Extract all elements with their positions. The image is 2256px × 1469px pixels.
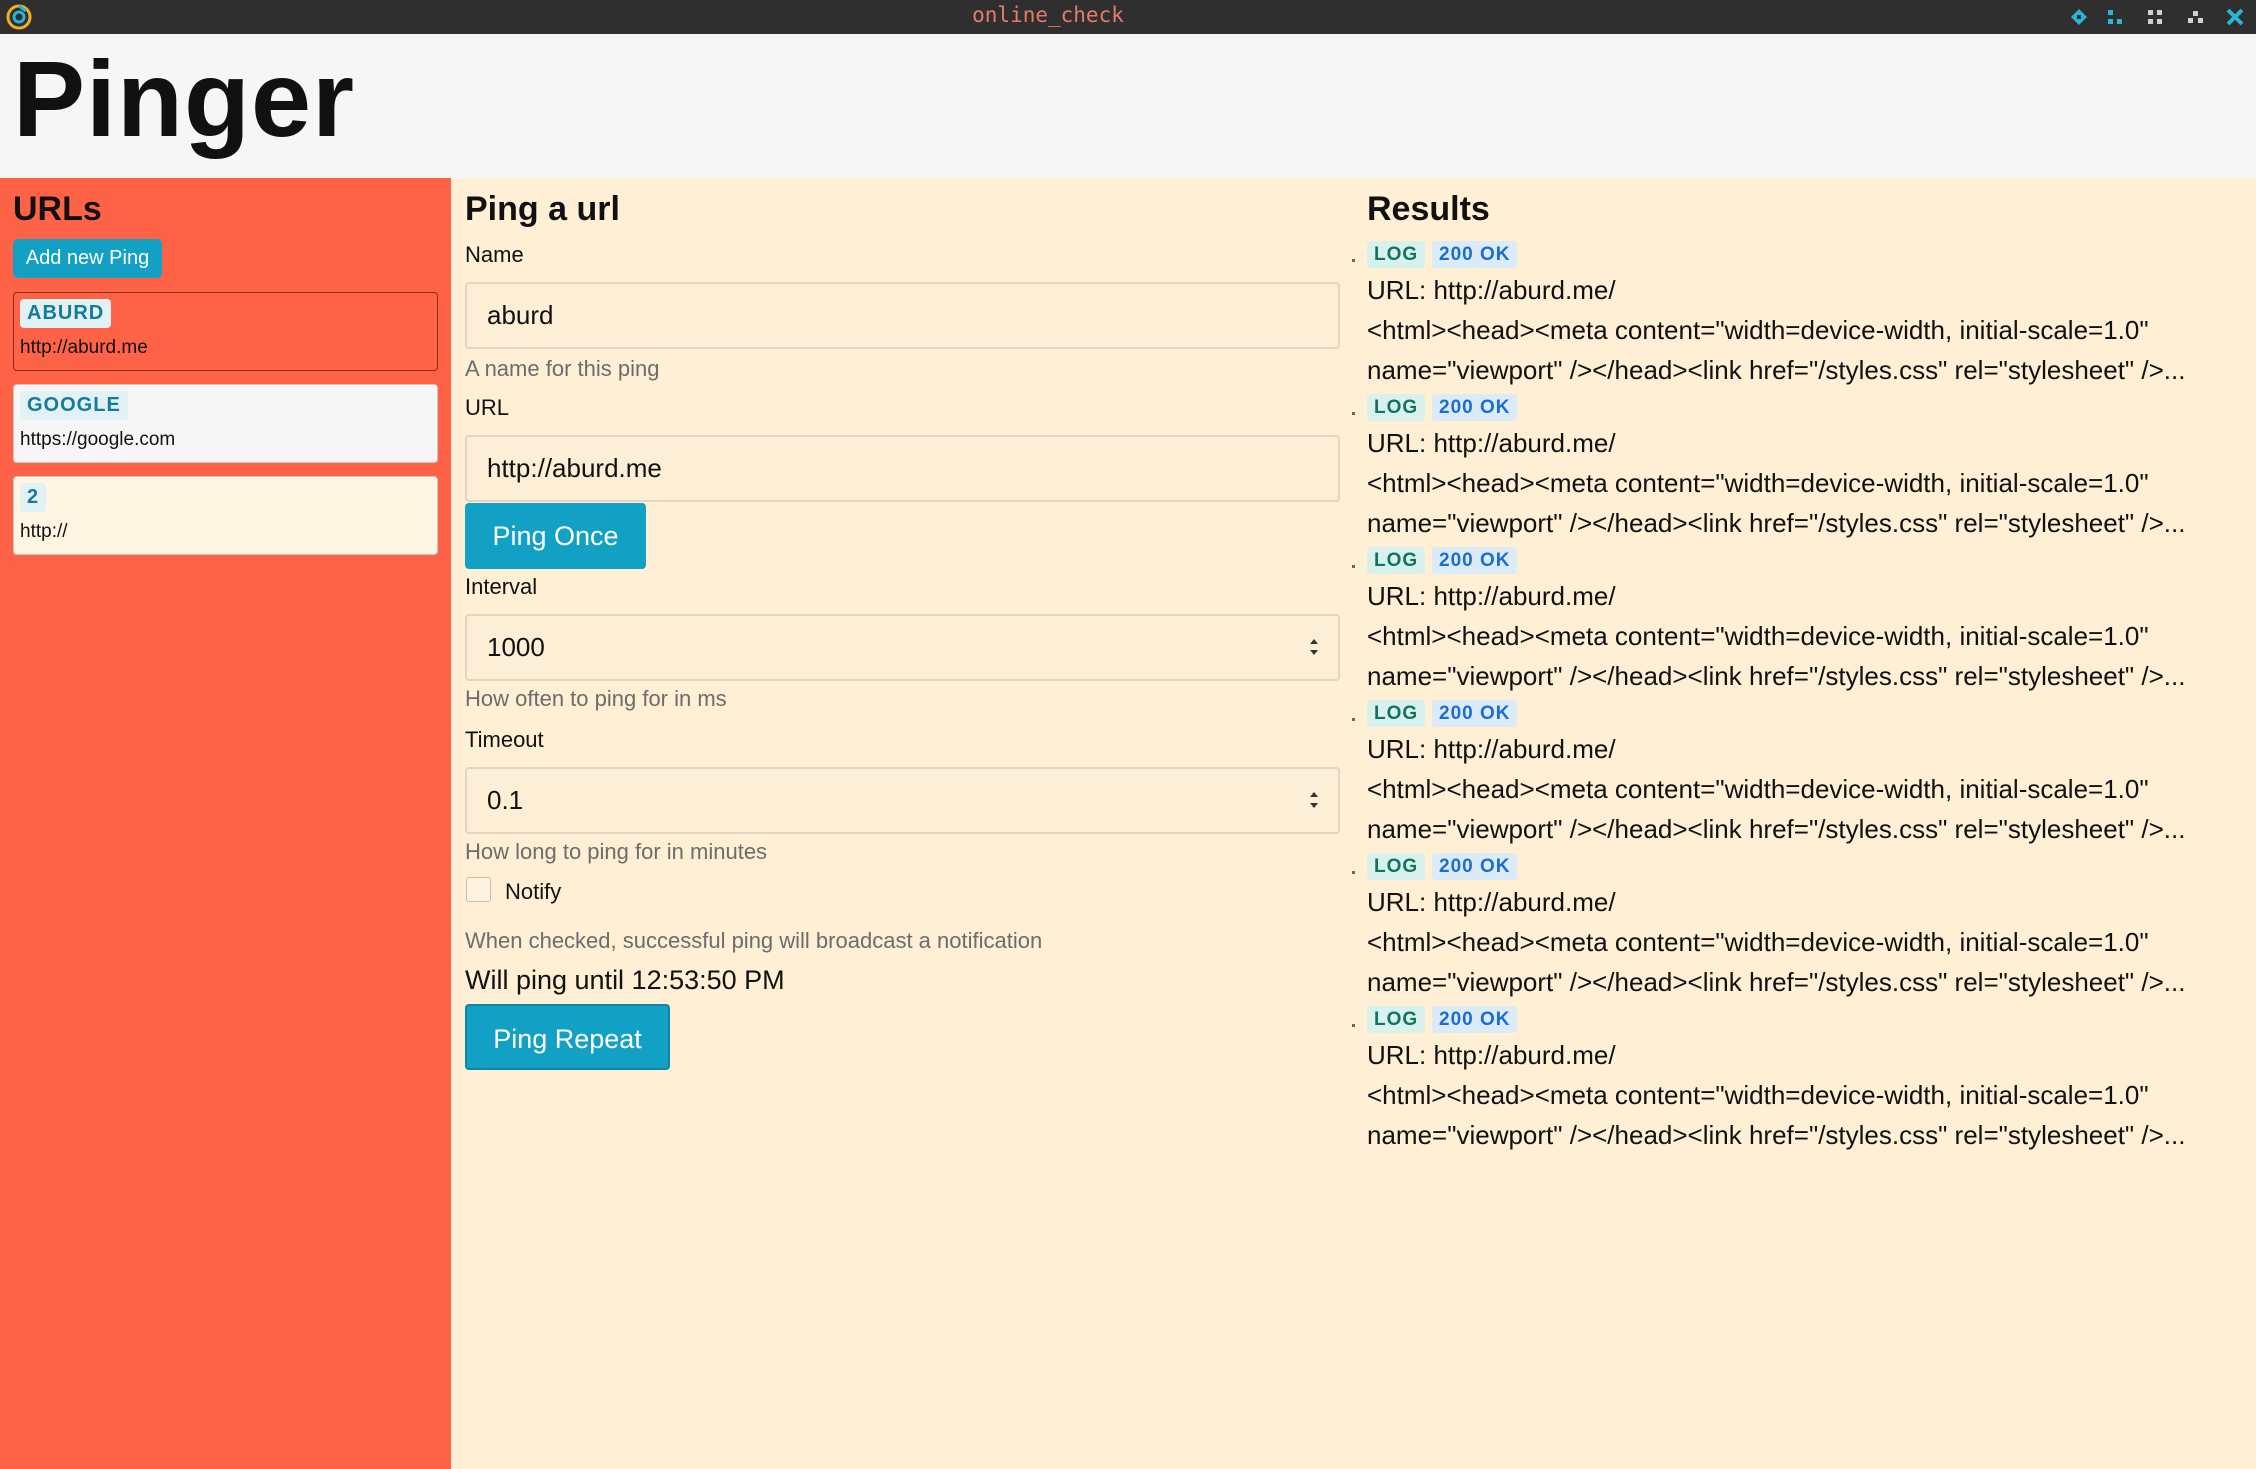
notify-label: Notify (505, 879, 562, 904)
grid-icon[interactable] (2144, 6, 2166, 28)
timeout-input[interactable]: 0.1 (465, 767, 1340, 834)
grid-small-icon[interactable] (2104, 6, 2126, 28)
bullet-icon (1352, 565, 1355, 568)
interval-label: Interval (465, 574, 538, 599)
url-card-url: https://google.com (20, 429, 176, 450)
bullet-icon (1352, 718, 1355, 721)
result-body-line: <html><head><meta content="width=device-… (1367, 315, 2149, 345)
url-card-name-badge: ABURD (20, 299, 112, 328)
result-body-line: name="viewport" /></head><link href="/st… (1367, 967, 2186, 997)
url-input[interactable]: http://aburd.me (465, 435, 1340, 502)
window-titlebar: online_check (0, 0, 2256, 34)
spinner-arrows-icon[interactable] (1308, 787, 1320, 813)
result-url: URL: http://aburd.me/ (1367, 581, 1616, 611)
add-new-ping-button[interactable]: Add new Ping (13, 239, 162, 278)
log-tag: LOG (1367, 1006, 1426, 1033)
result-body-line: name="viewport" /></head><link href="/st… (1367, 1120, 2186, 1150)
status-badge: 200 OK (1432, 853, 1518, 880)
log-tag: LOG (1367, 700, 1426, 727)
result-item: LOG 200 OK URL: http://aburd.me/ <html><… (1352, 394, 2256, 547)
notify-checkbox[interactable] (466, 877, 491, 902)
log-tag: LOG (1367, 394, 1426, 421)
ping-repeat-button[interactable]: Ping Repeat (465, 1004, 670, 1070)
minimize-icon[interactable] (2184, 6, 2206, 28)
result-url: URL: http://aburd.me/ (1367, 887, 1616, 917)
close-icon[interactable] (2224, 6, 2246, 28)
result-body-line: <html><head><meta content="width=device-… (1367, 621, 2149, 651)
diamond-icon[interactable] (2068, 6, 2090, 28)
result-item: LOG 200 OK URL: http://aburd.me/ <html><… (1352, 853, 2256, 1006)
url-card[interactable]: ABURD http://aburd.me (13, 292, 438, 371)
name-input[interactable]: aburd (465, 282, 1340, 349)
timeout-help-text: How long to ping for in minutes (465, 839, 768, 864)
result-url: URL: http://aburd.me/ (1367, 734, 1616, 764)
result-body-line: <html><head><meta content="width=device-… (1367, 468, 2149, 498)
url-label: URL (465, 395, 510, 420)
interval-help-text: How often to ping for in ms (465, 686, 727, 711)
name-help-text: A name for this ping (465, 356, 660, 381)
status-badge: 200 OK (1432, 700, 1518, 727)
result-item: LOG 200 OK URL: http://aburd.me/ <html><… (1352, 700, 2256, 853)
result-item: LOG 200 OK URL: http://aburd.me/ <html><… (1352, 547, 2256, 700)
log-tag: LOG (1367, 547, 1426, 574)
timeout-value: 0.1 (487, 785, 524, 815)
result-body-line: name="viewport" /></head><link href="/st… (1367, 661, 2186, 691)
status-badge: 200 OK (1432, 547, 1518, 574)
bullet-icon (1352, 1024, 1355, 1027)
sidebar-heading: URLs (13, 190, 102, 228)
result-item: LOG 200 OK URL: http://aburd.me/ <html><… (1352, 241, 2256, 394)
url-sidebar: URLs Add new Ping ABURD http://aburd.me … (0, 178, 451, 1469)
status-badge: 200 OK (1432, 241, 1518, 268)
result-url: URL: http://aburd.me/ (1367, 1040, 1616, 1070)
url-card[interactable]: 2 http:// (13, 476, 438, 555)
name-label: Name (465, 242, 524, 267)
form-heading: Ping a url (465, 190, 620, 228)
window-title: online_check (972, 3, 1124, 27)
result-body-line: <html><head><meta content="width=device-… (1367, 1080, 2149, 1110)
notify-help-text: When checked, successful ping will broad… (465, 928, 1043, 953)
result-url: URL: http://aburd.me/ (1367, 428, 1616, 458)
url-card-name-badge: GOOGLE (20, 391, 128, 420)
ping-until-text: Will ping until 12:53:50 PM (465, 965, 785, 995)
bullet-icon (1352, 412, 1355, 415)
ping-form-panel: Ping a url Name aburd A name for this pi… (451, 178, 1360, 1469)
ping-once-button[interactable]: Ping Once (465, 503, 646, 569)
url-card[interactable]: GOOGLE https://google.com (13, 384, 438, 463)
status-badge: 200 OK (1432, 394, 1518, 421)
page-title: Pinger (13, 38, 356, 159)
result-body-line: name="viewport" /></head><link href="/st… (1367, 508, 2186, 538)
timeout-label: Timeout (465, 727, 544, 752)
log-tag: LOG (1367, 241, 1426, 268)
spinner-arrows-icon[interactable] (1308, 634, 1320, 660)
result-body-line: <html><head><meta content="width=device-… (1367, 927, 2149, 957)
interval-input[interactable]: 1000 (465, 614, 1340, 681)
result-url: URL: http://aburd.me/ (1367, 275, 1616, 305)
interval-value: 1000 (487, 632, 545, 662)
bullet-icon (1352, 259, 1355, 262)
status-badge: 200 OK (1432, 1006, 1518, 1033)
result-body-line: <html><head><meta content="width=device-… (1367, 774, 2149, 804)
results-heading: Results (1367, 190, 1490, 228)
url-card-url: http:// (20, 521, 68, 542)
result-body-line: name="viewport" /></head><link href="/st… (1367, 355, 2186, 385)
bullet-icon (1352, 871, 1355, 874)
result-item: LOG 200 OK URL: http://aburd.me/ <html><… (1352, 1006, 2256, 1159)
result-body-line: name="viewport" /></head><link href="/st… (1367, 814, 2186, 844)
log-tag: LOG (1367, 853, 1426, 880)
results-panel: Results LOG 200 OK URL: http://aburd.me/… (1352, 178, 2256, 1469)
url-card-url: http://aburd.me (20, 337, 148, 358)
url-card-name-badge: 2 (20, 483, 47, 512)
page-header: Pinger (0, 34, 2256, 178)
